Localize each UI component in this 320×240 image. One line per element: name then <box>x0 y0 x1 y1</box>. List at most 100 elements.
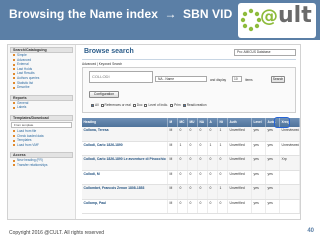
table-cell: yes <box>252 141 266 155</box>
table-cell: 0 <box>178 199 188 213</box>
filter-label: Read/creation <box>186 103 207 107</box>
table-cell: 0 <box>188 185 198 199</box>
page-number: 40 <box>307 228 314 234</box>
table-body: Collona, Teresa M 0 0 0 0 1 Unverified yes yes Unr… <box>82 127 300 214</box>
page-title: Browse search <box>84 48 134 55</box>
table-cell: 0 <box>208 170 218 184</box>
column-header[interactable]: Level <box>252 118 266 127</box>
slide-header: Browsing the Name index → SBN VID @ult <box>0 0 320 40</box>
table-cell: 0 <box>208 156 218 170</box>
filter-label: Doc <box>136 103 143 107</box>
filter-label: References or real <box>104 103 131 107</box>
table-cell: 1 <box>218 127 228 141</box>
table-cell: 0 <box>188 156 198 170</box>
title-divider <box>82 59 296 60</box>
filter-checkbox[interactable] <box>170 103 174 107</box>
table-cell: Unverified <box>228 185 252 199</box>
table-cell: yes <box>252 156 266 170</box>
search-button[interactable]: Search <box>271 75 285 83</box>
table-cell: 0 <box>188 127 198 141</box>
template-select[interactable]: From template <box>11 121 72 128</box>
filter-checkbox[interactable] <box>132 103 136 107</box>
table-cell: 0 <box>208 185 218 199</box>
table-cell: M <box>168 141 178 155</box>
search-form: COLLODI NA - Name and display 10 items S… <box>82 67 296 113</box>
filter-checkbox[interactable] <box>91 103 94 107</box>
table-cell: 0 <box>198 141 208 155</box>
filter-label: All <box>95 103 99 107</box>
table-row[interactable]: Collombet, Francois Zenon 1808-1853 M 0 0 0 0… <box>82 185 300 200</box>
table-cell: Unverified <box>228 127 252 141</box>
column-header[interactable]: NA <box>198 118 208 127</box>
column-header[interactable]: Nt <box>218 118 228 127</box>
display-count-input[interactable]: 10 <box>232 76 242 82</box>
table-cell: 0 <box>198 156 208 170</box>
filter-checkbox[interactable] <box>144 103 148 107</box>
table-row[interactable]: Collodi, M M 0 0 0 0 0 Unverified yes yes <box>82 170 300 185</box>
table-cell: 0 <box>188 199 198 213</box>
table-cell: 0 <box>198 170 208 184</box>
table-cell: M <box>168 127 178 141</box>
table-cell <box>280 199 300 213</box>
display-label: and display <box>210 77 227 82</box>
filter-options: All References or real Doc Level of Indic. P… <box>89 102 294 109</box>
filter-checkbox[interactable] <box>182 103 186 107</box>
table-row[interactable]: Collodi, Carlo 1826-1890 Le avventure di… <box>82 156 300 171</box>
table-cell: M <box>168 199 178 213</box>
sidebar-section-heading[interactable]: Templates/Download <box>10 114 73 121</box>
heading-link[interactable]: Collodi, Carlo 1826-1890 <box>82 141 168 155</box>
sidebar-item[interactable]: Load from VMF <box>8 143 75 148</box>
table-cell: 0 <box>188 170 198 184</box>
table-row[interactable]: Collomp, Paul M 0 0 0 0 0 Unverified yes yes <box>82 199 300 214</box>
heading-link[interactable]: Collodi, Carlo 1826-1890 Le avventure di… <box>82 156 168 170</box>
table-cell: 0 <box>208 199 218 213</box>
table-cell: M <box>168 156 178 170</box>
heading-link[interactable]: Collomp, Paul <box>82 199 168 213</box>
sidebar-item[interactable]: Transfer relationships <box>8 163 75 168</box>
table-cell: yes <box>252 127 266 141</box>
query-input[interactable]: COLLODI <box>89 71 153 83</box>
table-cell: yes <box>266 156 280 170</box>
logo-mark: @ <box>260 6 278 27</box>
table-cell: Xrp <box>280 156 300 170</box>
column-header[interactable]: Auth <box>228 118 252 127</box>
table-cell: yes <box>252 170 266 184</box>
slide-title-text: Browsing the Name index <box>9 7 158 21</box>
table-cell: 0 <box>178 170 188 184</box>
heading-link[interactable]: Collona, Teresa <box>82 127 168 141</box>
heading-link[interactable]: Collodi, M <box>82 170 168 184</box>
table-row[interactable]: Collodi, Carlo 1826-1890 M 1 0 0 1 1 Unverified… <box>82 141 300 156</box>
heading-link[interactable]: Collombet, Francois Zenon 1808-1853 <box>82 185 168 199</box>
database-select[interactable]: Pro: AMICUS Database <box>234 49 296 56</box>
table-cell: 0 <box>198 127 208 141</box>
highlight-box <box>274 116 290 128</box>
table-cell: M <box>168 170 178 184</box>
column-header[interactable]: MU <box>188 118 198 127</box>
index-select[interactable]: NA - Name <box>155 76 207 82</box>
sidebar-item[interactable]: Labels <box>8 105 75 110</box>
table-cell: 0 <box>178 185 188 199</box>
table-cell: 0 <box>218 199 228 213</box>
sidebar-item[interactable]: Describe <box>8 85 75 90</box>
filter-checkbox[interactable] <box>100 103 104 107</box>
table-cell: 0 <box>218 156 228 170</box>
column-header[interactable]: M <box>168 118 178 127</box>
table-row[interactable]: Collona, Teresa M 0 0 0 0 1 Unverified yes yes Unr… <box>82 127 300 142</box>
configuration-button[interactable]: Configuration <box>89 91 119 98</box>
table-cell <box>280 185 300 199</box>
copyright-text: Copyright 2016 @CULT. All rights reserve… <box>9 230 105 236</box>
column-header[interactable]: MC <box>178 118 188 127</box>
table-cell: Unreviewed <box>280 141 300 155</box>
app-screenshot: Search/Cataloguing Simple Advanced External… <box>7 44 301 220</box>
table-cell: Unverified <box>228 199 252 213</box>
column-header[interactable]: Heading <box>82 118 168 127</box>
table-cell: yes <box>252 185 266 199</box>
table-cell: 1 <box>218 185 228 199</box>
column-header[interactable]: A <box>208 118 218 127</box>
table-cell: 0 <box>188 141 198 155</box>
table-cell: 1 <box>178 141 188 155</box>
table-cell: yes <box>266 127 280 141</box>
